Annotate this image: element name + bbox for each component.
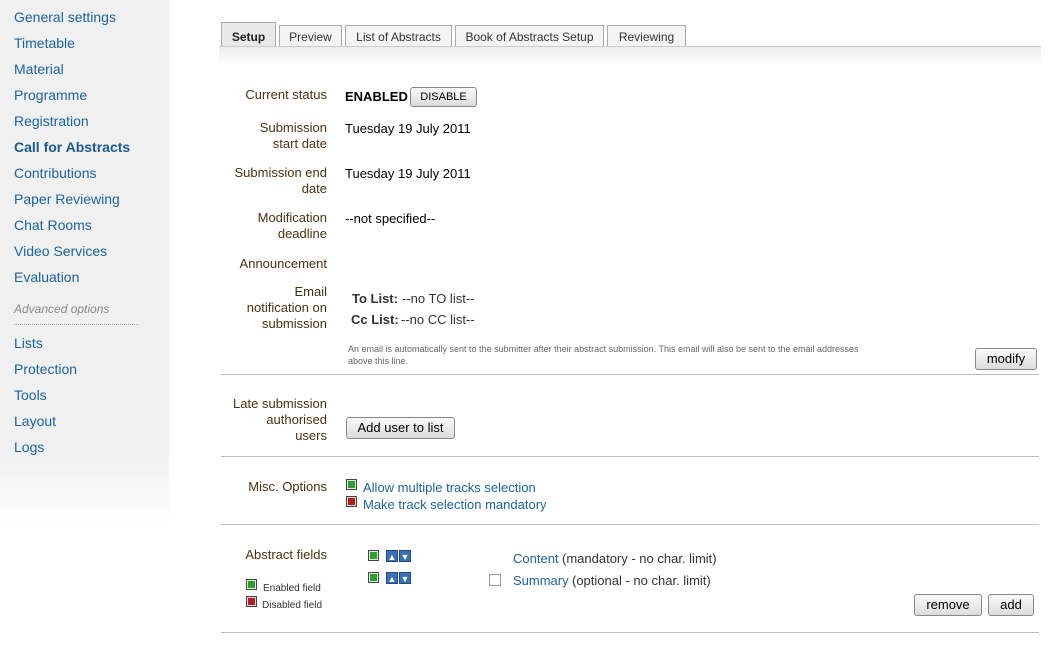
move-up-arrow-icon[interactable]: ▲ xyxy=(386,572,398,584)
current-status-value: ENABLED xyxy=(345,89,408,104)
late-submission-label: Late submission authorised users xyxy=(233,396,327,444)
submission-end-value: Tuesday 19 July 2011 xyxy=(345,166,471,181)
section-divider xyxy=(221,374,1039,375)
modification-deadline-value: --not specified-- xyxy=(345,211,436,226)
sidebar-item-material[interactable]: Material xyxy=(14,61,64,77)
sidebar-item-tools[interactable]: Tools xyxy=(14,387,47,403)
section-divider xyxy=(221,456,1039,457)
sidebar-item-lists[interactable]: Lists xyxy=(14,335,43,351)
cc-list-value: --no CC list-- xyxy=(401,312,475,327)
section-divider xyxy=(221,632,1039,633)
summary-field-link[interactable]: Summary xyxy=(513,573,569,588)
enabled-status-icon[interactable] xyxy=(346,479,357,490)
modification-deadline-label-line1: Modification xyxy=(257,210,327,225)
misc-options-label: Misc. Options xyxy=(248,479,327,494)
sidebar-item-registration[interactable]: Registration xyxy=(14,113,89,129)
cc-list-label: Cc List: xyxy=(351,312,399,327)
sidebar-item-general-settings[interactable]: General settings xyxy=(14,9,116,25)
legend-enabled-icon xyxy=(246,579,257,590)
sidebar-item-paper-reviewing[interactable]: Paper Reviewing xyxy=(14,191,120,207)
remove-button[interactable]: remove xyxy=(914,594,982,616)
legend-disabled-label: Disabled field xyxy=(262,600,323,611)
tab-setup[interactable]: Setup xyxy=(221,22,276,46)
move-down-arrow-icon[interactable]: ▼ xyxy=(399,572,411,584)
sidebar-item-evaluation[interactable]: Evaluation xyxy=(14,269,79,285)
disabled-status-icon[interactable] xyxy=(346,496,357,507)
sidebar: General settings Timetable Material Prog… xyxy=(0,0,169,530)
submission-start-value: Tuesday 19 July 2011 xyxy=(345,121,471,136)
submission-start-label-line2: start date xyxy=(272,136,327,151)
submission-end-label-line1: Submission end xyxy=(234,165,328,180)
move-down-arrow-icon[interactable]: ▼ xyxy=(399,550,411,562)
announcement-label: Announcement xyxy=(239,256,327,271)
add-user-to-list-button[interactable]: Add user to list xyxy=(346,417,455,439)
sidebar-item-protection[interactable]: Protection xyxy=(14,361,77,377)
email-notification-label-line1: Email xyxy=(294,284,327,299)
submission-end-label: Submission end date xyxy=(235,165,328,197)
email-note-line1: An email is automatically sent to the su… xyxy=(348,344,859,354)
to-list-value: --no TO list-- xyxy=(402,291,475,306)
modify-button[interactable]: modify xyxy=(975,348,1037,370)
summary-field-description: (optional - no char. limit) xyxy=(572,573,711,588)
abstract-fields-label: Abstract fields xyxy=(245,547,327,562)
to-list-label: To List: xyxy=(352,291,398,306)
sidebar-item-timetable[interactable]: Timetable xyxy=(14,35,75,51)
make-track-mandatory-option[interactable]: Make track selection mandatory xyxy=(363,497,547,512)
late-submission-label-line1: Late submission xyxy=(233,396,327,411)
content-field-link[interactable]: Content xyxy=(513,551,559,566)
summary-field-enabled-icon[interactable] xyxy=(368,572,379,583)
current-status-label: Current status xyxy=(245,87,327,102)
sidebar-item-video-services[interactable]: Video Services xyxy=(14,243,107,259)
legend-disabled-icon xyxy=(246,596,257,607)
advanced-options-divider xyxy=(14,324,139,325)
modification-deadline-label: Modification deadline xyxy=(258,210,327,242)
sidebar-item-layout[interactable]: Layout xyxy=(14,413,56,429)
add-button[interactable]: add xyxy=(988,594,1034,616)
email-notification-label-line3: submission xyxy=(261,316,327,331)
sidebar-item-chat-rooms[interactable]: Chat Rooms xyxy=(14,217,92,233)
summary-field-checkbox[interactable] xyxy=(489,574,501,586)
modification-deadline-label-line2: deadline xyxy=(277,226,327,241)
email-notification-label-line2: notification on xyxy=(246,300,327,315)
tab-reviewing[interactable]: Reviewing xyxy=(607,25,686,46)
sidebar-item-programme[interactable]: Programme xyxy=(14,87,87,103)
email-note: An email is automatically sent to the su… xyxy=(348,343,968,367)
advanced-options-heading: Advanced options xyxy=(14,302,110,316)
content-field-description: (mandatory - no char. limit) xyxy=(562,551,717,566)
disable-button[interactable]: DISABLE xyxy=(410,87,477,107)
late-submission-label-line3: users xyxy=(295,428,327,443)
sidebar-item-call-for-abstracts[interactable]: Call for Abstracts xyxy=(14,139,130,155)
sidebar-item-logs[interactable]: Logs xyxy=(14,439,44,455)
late-submission-label-line2: authorised xyxy=(266,412,327,427)
submission-start-label: Submission start date xyxy=(260,120,327,152)
content-field-enabled-icon[interactable] xyxy=(368,550,379,561)
tab-bar-underline xyxy=(219,46,1041,65)
tab-book-of-abstracts-setup[interactable]: Book of Abstracts Setup xyxy=(455,25,604,46)
submission-start-label-line1: Submission xyxy=(259,120,327,135)
tab-preview[interactable]: Preview xyxy=(279,25,342,46)
tab-list-of-abstracts[interactable]: List of Abstracts xyxy=(345,25,452,46)
move-up-arrow-icon[interactable]: ▲ xyxy=(386,550,398,562)
allow-multiple-tracks-option[interactable]: Allow multiple tracks selection xyxy=(363,480,536,495)
sidebar-item-contributions[interactable]: Contributions xyxy=(14,165,97,181)
email-note-line2: above this line. xyxy=(348,356,409,366)
submission-end-label-line2: date xyxy=(301,181,327,196)
email-notification-label: Email notification on submission xyxy=(247,284,327,332)
section-divider xyxy=(221,524,1039,525)
legend-enabled-label: Enabled field xyxy=(263,583,321,594)
